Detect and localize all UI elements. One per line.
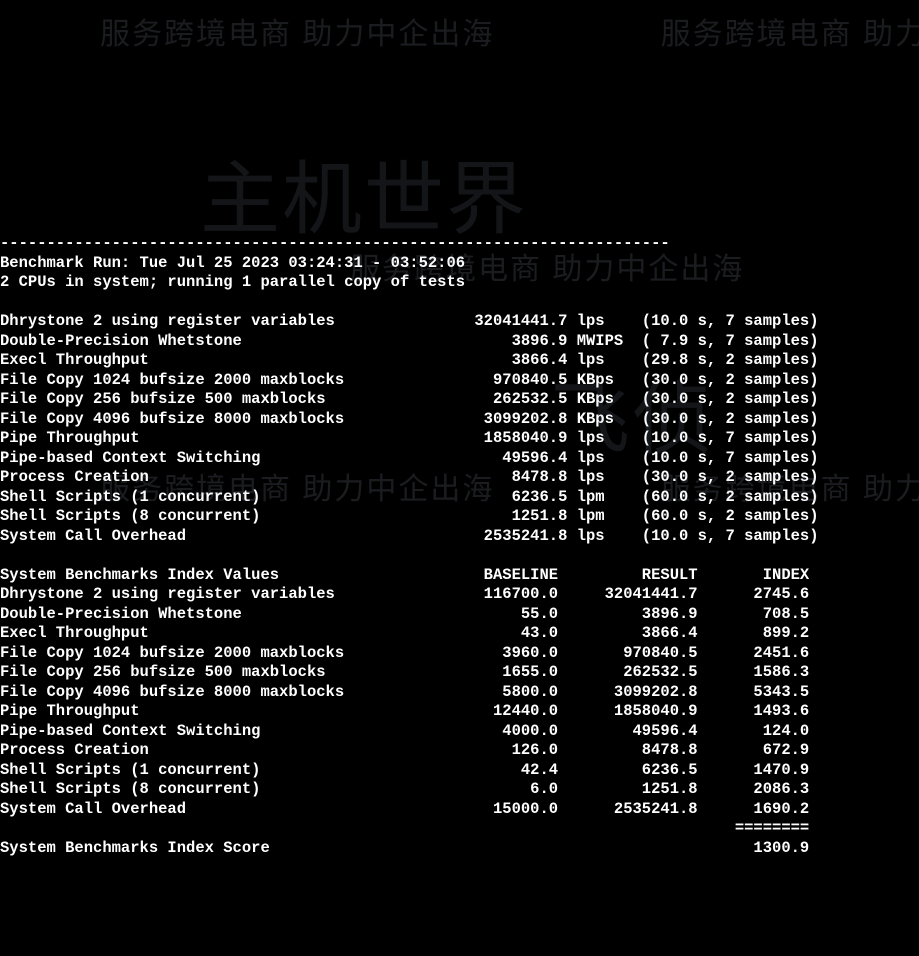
watermark-logo: 主机世界 [200,190,528,210]
watermark-text: 服务跨境电商 助力中企出海 [100,25,494,45]
watermark-text: 服务跨境电商 助力中 [661,25,919,45]
terminal-output: ----------------------------------------… [0,234,919,858]
